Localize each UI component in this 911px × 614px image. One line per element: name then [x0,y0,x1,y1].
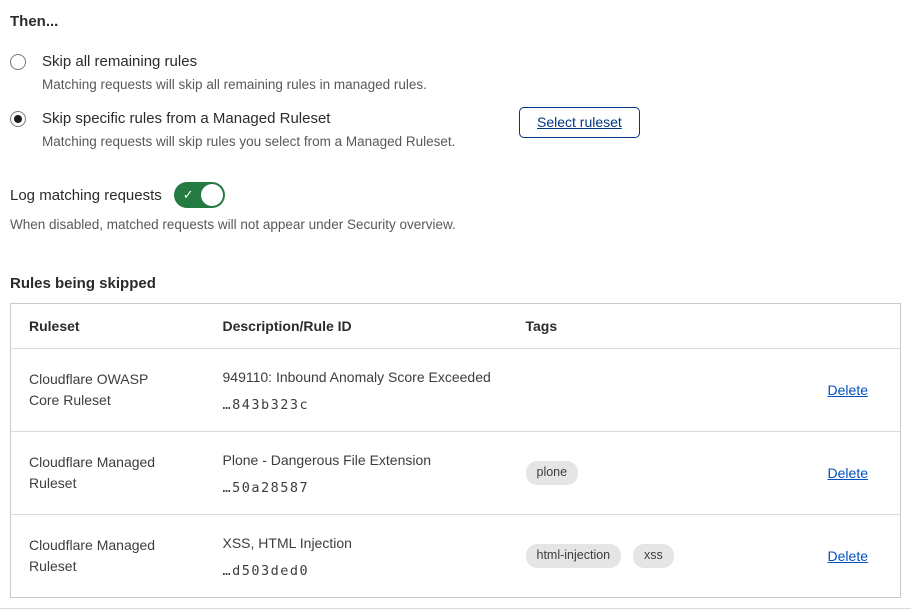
tags-cell [526,349,753,432]
rule-id: …50a28587 [223,480,526,496]
ruleset-name: Cloudflare Managed Ruleset [29,452,223,494]
radio-skip-specific-rules[interactable] [10,111,26,127]
check-icon: ✓ [183,188,194,201]
log-toggle-row: Log matching requests ✓ [10,182,900,208]
column-header-tags: Tags [526,304,753,349]
select-ruleset-button[interactable]: Select ruleset [519,107,640,138]
table-row: Cloudflare Managed Ruleset Plone - Dange… [11,432,901,515]
section-divider [0,608,911,609]
rules-being-skipped-section: Rules being skipped Ruleset Description/… [10,275,900,598]
rule-description: Plone - Dangerous File Extension [223,451,526,469]
delete-link[interactable]: Delete [828,465,868,481]
log-matching-requests-label: Log matching requests [10,187,162,204]
rule-id: …843b323c [223,397,526,413]
option-description: Matching requests will skip rules you se… [42,133,455,151]
rule-description: 949110: Inbound Anomaly Score Exceeded [223,368,526,386]
option-text-block: Skip all remaining rules Matching reques… [42,52,427,94]
option-text-block: Skip specific rules from a Managed Rules… [42,109,455,151]
column-header-ruleset: Ruleset [11,304,223,349]
action-radio-group: Skip all remaining rules Matching reques… [10,52,900,151]
option-description: Matching requests will skip all remainin… [42,76,427,94]
column-header-actions [753,304,901,349]
toggle-knob [201,184,223,206]
rules-being-skipped-heading: Rules being skipped [10,275,900,292]
rule-description: XSS, HTML Injection [223,534,526,552]
option-label[interactable]: Skip all remaining rules [42,52,427,72]
ruleset-name: Cloudflare OWASP Core Ruleset [29,369,223,411]
then-heading: Then... [10,12,900,31]
tags-cell: plone [526,432,753,515]
tag-pill: plone [526,461,579,485]
logging-section: Log matching requests ✓ When disabled, m… [10,182,900,234]
column-header-description-rule-id: Description/Rule ID [223,304,526,349]
table-row: Cloudflare Managed Ruleset XSS, HTML Inj… [11,515,901,598]
tags-cell: html-injection xss [526,515,753,598]
tag-pill: xss [633,544,674,568]
rule-id: …d503ded0 [223,563,526,579]
skipped-rules-table: Ruleset Description/Rule ID Tags Cloudfl… [10,303,901,598]
ruleset-name: Cloudflare Managed Ruleset [29,535,223,577]
delete-link[interactable]: Delete [828,548,868,564]
rule-config-panel: Then... Skip all remaining rules Matchin… [0,0,911,598]
table-row: Cloudflare OWASP Core Ruleset 949110: In… [11,349,901,432]
logging-description: When disabled, matched requests will not… [10,216,900,234]
option-skip-all-remaining: Skip all remaining rules Matching reques… [10,52,900,94]
table-header-row: Ruleset Description/Rule ID Tags [11,304,901,349]
radio-skip-all-remaining[interactable] [10,54,26,70]
option-label[interactable]: Skip specific rules from a Managed Rules… [42,109,455,129]
log-matching-requests-toggle[interactable]: ✓ [174,182,225,208]
delete-link[interactable]: Delete [828,382,868,398]
option-skip-specific-rules: Skip specific rules from a Managed Rules… [10,109,900,151]
tag-pill: html-injection [526,544,622,568]
